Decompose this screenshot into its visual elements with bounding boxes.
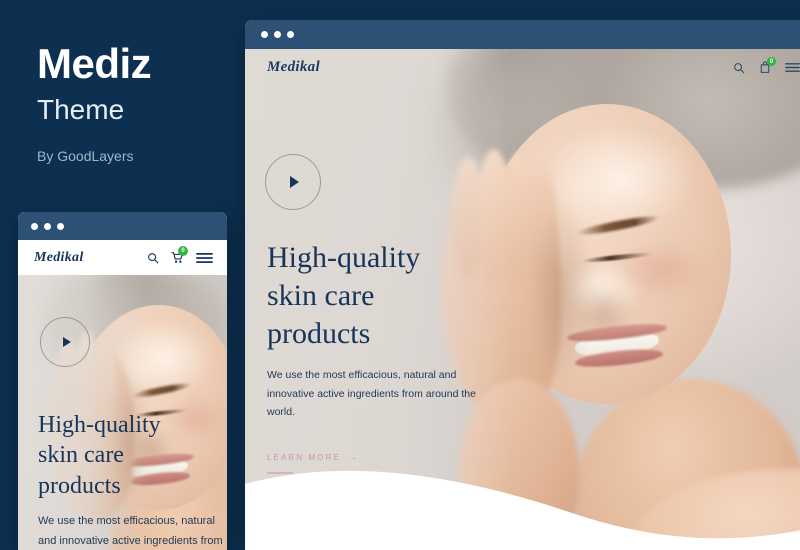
hamburger-menu-icon[interactable] [785, 62, 800, 73]
main-window-viewport: Medikal 0 High-quality skin care product… [245, 49, 800, 550]
preview-window-dot-red[interactable] [31, 222, 38, 230]
arrow-right-icon: → [349, 453, 360, 463]
window-dot-red[interactable] [261, 31, 268, 38]
preview-play-video-button[interactable] [40, 317, 90, 367]
window-dot-yellow[interactable] [274, 31, 281, 38]
promo-block: Mediz Theme By GoodLayers [37, 40, 237, 164]
window-dot-green[interactable] [287, 31, 294, 38]
preview-window-chrome-bar [18, 212, 227, 240]
preview-cart-icon[interactable]: 0 [171, 246, 188, 264]
preview-site-logo[interactable]: Medikal [34, 250, 84, 266]
play-triangle-icon [290, 176, 299, 188]
main-browser-window: Medikal 0 High-quality skin care product… [245, 20, 800, 550]
preview-browser-window: Medikal 0 High-quality skin care product… [18, 212, 227, 550]
hero-headline-line-1: High-quality [267, 241, 421, 274]
learn-more-label: LEARN MORE → [267, 453, 360, 463]
play-video-button[interactable] [265, 154, 321, 210]
preview-hamburger-menu-icon[interactable] [196, 252, 213, 264]
preview-headline-line-3: products [38, 472, 121, 499]
preview-site-navbar: Medikal 0 [18, 240, 227, 275]
hero-headline: High-quality skin care products [267, 239, 497, 353]
preview-window-dot-yellow[interactable] [44, 222, 51, 230]
preview-headline-line-2: skin care [38, 442, 124, 469]
cart-icon[interactable]: 0 [759, 57, 776, 74]
page-title: Mediz [37, 40, 152, 87]
preview-hero-body-text: We use the most efficacious, natural and… [38, 515, 223, 547]
learn-more-link[interactable]: LEARN MORE → [267, 447, 360, 474]
preview-window-dot-green[interactable] [57, 222, 64, 230]
hero-copy-block: High-quality skin care products We use t… [267, 239, 497, 474]
promo-author: By GoodLayers [37, 147, 134, 164]
preview-headline-line-1: High-quality [38, 412, 161, 438]
site-nav-icons: 0 [733, 57, 800, 74]
search-icon[interactable] [733, 62, 745, 74]
preview-hero-headline: High-quality skin care products [38, 410, 227, 501]
preview-hero-copy: High-quality skin care products We use t… [38, 410, 227, 550]
preview-play-triangle-icon [62, 337, 71, 347]
main-window-chrome-bar [245, 20, 800, 49]
preview-cart-count-badge: 0 [178, 246, 188, 256]
site-logo[interactable]: Medikal [267, 59, 320, 76]
preview-search-icon[interactable] [147, 252, 159, 264]
hero-headline-line-2: skin care [267, 279, 375, 313]
hero-headline-line-3: products [267, 317, 371, 351]
cart-count-badge: 0 [767, 57, 776, 66]
learn-more-underline [267, 472, 293, 474]
preview-window-viewport: High-quality skin care products We use t… [18, 275, 227, 550]
preview-nav-icons: 0 [147, 246, 213, 264]
hero-body-text: We use the most efficacious, natural and… [267, 369, 476, 419]
promo-subtitle: Theme [37, 94, 125, 126]
